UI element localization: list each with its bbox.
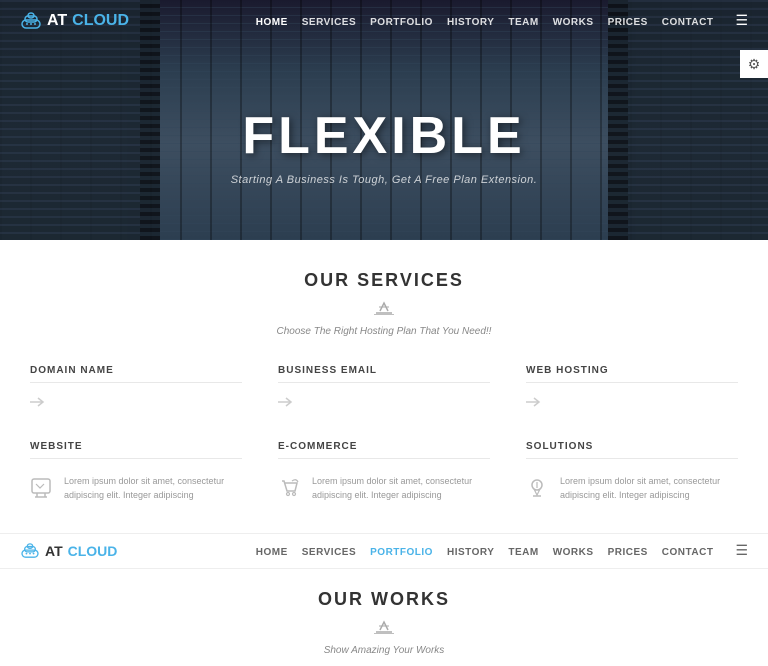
sticky-nav-home[interactable]: HOME — [256, 542, 288, 560]
hero-content: FLEXIBLE Starting A Business Is Tough, G… — [231, 42, 538, 240]
sticky-nav-links: HOME SERVICES PORTFOLIO HISTORY TEAM WOR… — [256, 542, 748, 560]
services-subtitle: Choose The Right Hosting Plan That You N… — [20, 326, 748, 337]
website-text: Lorem ipsum dolor sit amet, consectetur … — [64, 475, 242, 502]
sticky-logo-icon — [20, 543, 40, 559]
works-section: OUR WORKS Show Amazing Your Works — [0, 569, 768, 666]
sticky-nav-history[interactable]: HISTORY — [447, 542, 494, 560]
sticky-nav-portfolio[interactable]: PORTFOLIO — [370, 542, 433, 560]
hamburger-menu[interactable]: ☰ — [727, 12, 748, 30]
sticky-logo-cloud: CLOUD — [68, 543, 118, 559]
works-title: OUR WORKS — [20, 589, 748, 610]
service-domain: DOMAIN NAME — [20, 357, 252, 417]
sticky-hamburger[interactable]: ☰ — [727, 542, 748, 560]
service-domain-label: DOMAIN NAME — [30, 365, 242, 383]
services-grid: DOMAIN NAME BUSINESS EMAIL WEB HOSTING W… — [20, 357, 748, 513]
sticky-navigation: AT CLOUD HOME SERVICES PORTFOLIO HISTORY… — [0, 533, 768, 569]
top-navigation: AT CLOUD HOME SERVICES PORTFOLIO HISTORY… — [0, 0, 768, 42]
sticky-nav-prices[interactable]: PRICES — [608, 542, 648, 560]
ecommerce-text: Lorem ipsum dolor sit amet, consectetur … — [312, 475, 490, 502]
sticky-nav-services[interactable]: SERVICES — [302, 542, 356, 560]
service-email-label: BUSINESS EMAIL — [278, 365, 490, 383]
services-title: OUR SERVICES — [20, 270, 748, 291]
logo-icon — [20, 12, 42, 30]
email-arrow-icon — [278, 395, 294, 409]
settings-button[interactable]: ⚙ — [740, 50, 768, 78]
hero-subtitle: Starting A Business Is Tough, Get A Free… — [231, 174, 538, 186]
nav-item-portfolio[interactable]: PORTFOLIO — [370, 12, 433, 30]
nav-links: HOME SERVICES PORTFOLIO HISTORY TEAM WOR… — [256, 12, 748, 30]
service-website-label: WEBSITE — [30, 441, 242, 459]
services-icon — [20, 297, 748, 320]
domain-arrow-icon — [30, 395, 46, 409]
nav-item-contact[interactable]: CONTACT — [662, 12, 714, 30]
nav-item-services[interactable]: SERVICES — [302, 12, 356, 30]
sticky-nav-team[interactable]: TEAM — [508, 542, 538, 560]
services-section: OUR SERVICES Choose The Right Hosting Pl… — [0, 240, 768, 533]
sticky-nav-contact[interactable]: CONTACT — [662, 542, 714, 560]
hero-title: FLEXIBLE — [242, 106, 525, 166]
gear-icon: ⚙ — [748, 56, 761, 73]
service-ecommerce-label: E-COMMERCE — [278, 441, 490, 459]
hosting-arrow-icon — [526, 395, 542, 409]
service-solutions-label: SOLUTIONS — [526, 441, 738, 459]
solutions-icon — [526, 477, 550, 505]
nav-item-works[interactable]: WORKS — [553, 12, 594, 30]
logo-cloud-text: CLOUD — [72, 12, 129, 30]
service-hosting-label: WEB HOSTING — [526, 365, 738, 383]
works-subtitle: Show Amazing Your Works — [20, 645, 748, 656]
ecommerce-icon — [278, 477, 302, 505]
hero-section: AT CLOUD HOME SERVICES PORTFOLIO HISTORY… — [0, 0, 768, 240]
sticky-logo[interactable]: AT CLOUD — [20, 543, 117, 559]
service-hosting: WEB HOSTING — [516, 357, 748, 417]
service-solutions: SOLUTIONS Lorem ipsum dolor sit amet, co… — [516, 433, 748, 513]
logo[interactable]: AT CLOUD — [20, 12, 129, 30]
service-website: WEBSITE Lorem ipsum dolor sit amet, cons… — [20, 433, 252, 513]
logo-at-text: AT — [47, 12, 67, 30]
nav-item-history[interactable]: HISTORY — [447, 12, 494, 30]
nav-item-home[interactable]: HOME — [256, 12, 288, 30]
works-icon — [20, 616, 748, 639]
service-ecommerce: E-COMMERCE Lorem ipsum dolor sit amet, c… — [268, 433, 500, 513]
service-email: BUSINESS EMAIL — [268, 357, 500, 417]
solutions-text: Lorem ipsum dolor sit amet, consectetur … — [560, 475, 738, 502]
website-icon — [30, 477, 54, 505]
nav-item-team[interactable]: TEAM — [508, 12, 538, 30]
sticky-logo-at: AT — [45, 543, 63, 559]
sticky-nav-works[interactable]: WORKS — [553, 542, 594, 560]
nav-item-prices[interactable]: PRICES — [608, 12, 648, 30]
